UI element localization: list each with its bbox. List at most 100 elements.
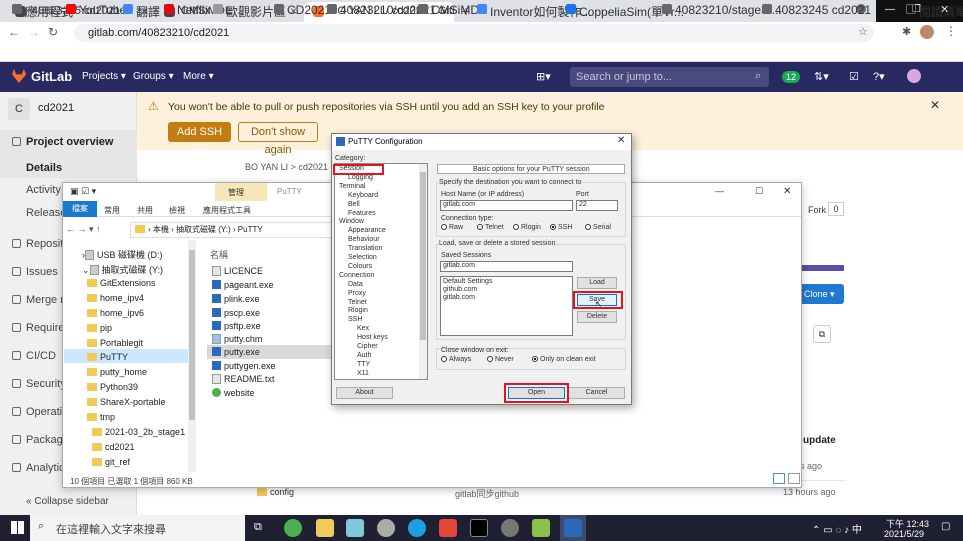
forward-icon[interactable]: → bbox=[28, 25, 40, 39]
ribbon-tab-home[interactable]: 常用 bbox=[104, 205, 120, 216]
tree-item[interactable]: › USB 磁碟機 (D:) bbox=[82, 248, 163, 261]
extensions-icon[interactable]: ✱ bbox=[902, 25, 911, 38]
ribbon-tab-share[interactable]: 共用 bbox=[137, 205, 153, 216]
category-item[interactable]: X11 bbox=[357, 370, 369, 377]
tree-item[interactable]: cd2021 bbox=[92, 442, 135, 452]
sessions-list[interactable] bbox=[440, 276, 573, 336]
tree-item[interactable]: putty_home bbox=[87, 367, 147, 377]
tree-item[interactable]: git_ref bbox=[92, 457, 130, 467]
category-item[interactable]: TTY bbox=[357, 361, 370, 368]
tiles-view-icon[interactable] bbox=[788, 473, 800, 484]
saved-sessions-input[interactable]: gitlab.com bbox=[440, 261, 573, 272]
file-item[interactable]: putty.chm bbox=[212, 334, 262, 344]
system-tray-icons[interactable]: ⌃ ▭ ◌ ♪ 中 bbox=[812, 521, 862, 536]
category-item[interactable]: Connection bbox=[339, 272, 374, 279]
url-input[interactable]: gitlab.com/40823210/cd2021 bbox=[74, 24, 874, 42]
create-new-icon[interactable]: ⊞▾ bbox=[536, 70, 551, 83]
file-explorer-icon[interactable] bbox=[316, 519, 334, 537]
category-item[interactable]: Bell bbox=[348, 201, 360, 208]
category-item[interactable]: Behaviour bbox=[348, 236, 380, 243]
ribbon-tab-app-tools[interactable]: 應用程式工具 bbox=[203, 205, 251, 216]
tree-item[interactable]: home_ipv4 bbox=[87, 293, 144, 303]
merge-requests-icon[interactable]: ⇅▾ bbox=[814, 70, 829, 83]
add-ssh-key-button[interactable]: Add SSH key bbox=[168, 122, 231, 158]
manage-tab[interactable]: 管理 bbox=[228, 187, 244, 198]
search-input[interactable]: Search or jump to... bbox=[570, 67, 769, 87]
project-avatar[interactable]: C bbox=[8, 98, 30, 120]
tree-item[interactable]: 2021-03_2b_stage1 bbox=[92, 427, 185, 437]
explorer-nav-arrows[interactable]: ← → ▾ ↑ bbox=[66, 224, 101, 235]
ribbon-tab-view[interactable]: 檢視 bbox=[169, 205, 185, 216]
category-item[interactable]: Proxy bbox=[348, 290, 366, 297]
todos-icon[interactable]: ☑ bbox=[849, 70, 859, 83]
nav-projects[interactable]: Projects ▾ bbox=[82, 71, 126, 82]
notepad-icon[interactable] bbox=[346, 519, 364, 537]
bookmark-cd2021[interactable]: CD2021 bbox=[274, 3, 331, 17]
user-avatar[interactable] bbox=[907, 69, 921, 83]
radio-clean-exit[interactable]: Only on clean exit bbox=[532, 356, 596, 363]
category-item[interactable]: SSH bbox=[348, 316, 362, 323]
session-item[interactable]: gitlab.com bbox=[443, 294, 475, 301]
name-column-header[interactable]: 名稱 bbox=[210, 248, 228, 261]
category-item[interactable]: Translation bbox=[348, 245, 382, 252]
fork-button[interactable]: Fork bbox=[808, 205, 826, 215]
category-item[interactable]: Window bbox=[339, 218, 364, 225]
taskbar-search-input[interactable]: 在這裡輸入文字來搜尋 bbox=[56, 521, 166, 537]
notification-icon[interactable]: ▢ bbox=[941, 521, 950, 532]
category-scrollbar-thumb[interactable] bbox=[420, 172, 426, 340]
radio-telnet[interactable]: Telnet bbox=[477, 224, 504, 231]
category-item[interactable]: Rlogin bbox=[348, 307, 368, 314]
nav-groups[interactable]: Groups ▾ bbox=[133, 71, 174, 82]
tree-item[interactable]: pip bbox=[87, 323, 112, 333]
category-item[interactable]: Selection bbox=[348, 254, 377, 261]
putty-close-icon[interactable]: ✕ bbox=[617, 135, 625, 146]
file-item[interactable]: pscp.exe bbox=[212, 308, 260, 318]
sidebar-item-details[interactable]: Details bbox=[12, 162, 62, 174]
explorer-path[interactable]: › 本機 › 抽取式磁碟 (Y:) › PuTTY bbox=[130, 222, 332, 238]
radio-raw[interactable]: Raw bbox=[441, 224, 463, 231]
file-item[interactable]: puttygen.exe bbox=[212, 361, 276, 371]
bookmark-netflix[interactable]: Netflix bbox=[164, 3, 210, 17]
tree-item[interactable]: ShareX-portable bbox=[87, 397, 166, 407]
radio-ssh[interactable]: SSH bbox=[550, 224, 572, 231]
category-item[interactable]: Auth bbox=[357, 352, 371, 359]
copy-icon[interactable]: ⧉ bbox=[813, 325, 831, 343]
category-item[interactable]: Host keys bbox=[357, 334, 388, 341]
bookmark-star-icon[interactable]: ☆ bbox=[858, 25, 868, 38]
app-icon[interactable] bbox=[377, 519, 395, 537]
clone-button[interactable]: Clone ▾ bbox=[802, 284, 844, 304]
git-icon[interactable] bbox=[439, 519, 457, 537]
tree-item[interactable]: Python39 bbox=[87, 382, 138, 392]
category-item[interactable]: Data bbox=[348, 281, 363, 288]
cancel-button[interactable]: Cancel bbox=[568, 387, 625, 399]
edge-icon[interactable] bbox=[408, 519, 426, 537]
file-item[interactable]: psftp.exe bbox=[212, 321, 261, 331]
dont-show-again-button[interactable]: Don't show again bbox=[238, 122, 318, 156]
category-item[interactable]: Features bbox=[348, 210, 376, 217]
reading-list[interactable]: 閱讀清單 bbox=[906, 3, 963, 20]
sidebar-item-overview[interactable]: Project overview bbox=[12, 136, 113, 148]
ribbon-tab-file[interactable]: 檔案 bbox=[63, 201, 97, 217]
port-input[interactable]: 22 bbox=[576, 200, 618, 211]
category-item[interactable]: Appearance bbox=[348, 227, 386, 234]
nav-more[interactable]: More ▾ bbox=[183, 71, 214, 82]
file-item[interactable]: README.txt bbox=[212, 374, 275, 384]
session-item[interactable]: github.com bbox=[443, 286, 477, 293]
clock-date[interactable]: 2021/5/29 bbox=[884, 529, 924, 539]
explorer-close-icon[interactable]: ✕ bbox=[783, 186, 791, 197]
category-item[interactable]: Colours bbox=[348, 263, 372, 270]
file-item[interactable]: website bbox=[212, 388, 255, 398]
back-icon[interactable]: ← bbox=[8, 25, 20, 39]
radio-always[interactable]: Always bbox=[441, 356, 471, 363]
dismiss-alert-icon[interactable]: ✕ bbox=[930, 98, 940, 112]
github-desktop-icon[interactable] bbox=[501, 519, 519, 537]
category-item[interactable]: Telnet bbox=[348, 299, 367, 306]
file-item[interactable]: LICENCE bbox=[212, 266, 263, 276]
tree-item[interactable]: Portablegit bbox=[87, 338, 143, 348]
tree-item[interactable]: ⌄ 抽取式磁碟 (Y:) bbox=[82, 263, 163, 276]
sidebar-item-cicd[interactable]: CI/CD bbox=[12, 350, 56, 362]
tree-item[interactable]: tmp bbox=[87, 412, 115, 422]
terminal-icon[interactable] bbox=[470, 519, 488, 537]
radio-never[interactable]: Never bbox=[487, 356, 514, 363]
windows-start-icon[interactable] bbox=[11, 521, 24, 534]
